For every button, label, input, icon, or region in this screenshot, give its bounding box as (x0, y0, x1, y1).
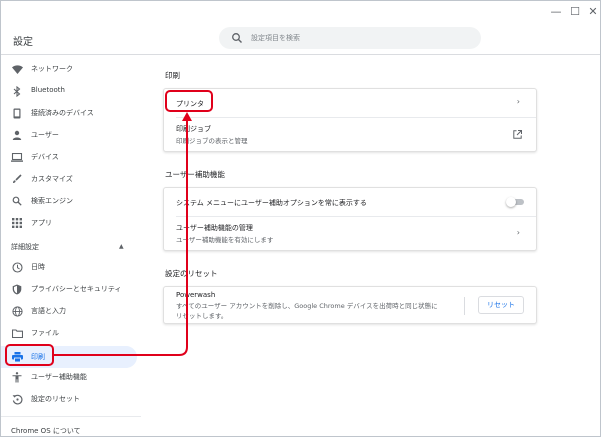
settings-window: — ☐ ✕ 設定 ネットワーク Bluetooth (0, 0, 601, 437)
callout-arrow (54, 112, 192, 356)
